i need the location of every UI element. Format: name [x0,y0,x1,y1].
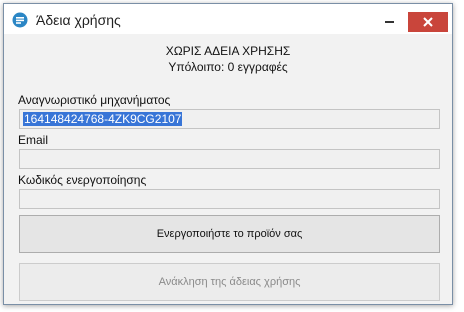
license-status: ΧΩΡΙΣ ΑΔΕΙΑ ΧΡΗΣΗΣ [165,44,291,58]
revoke-license-button[interactable]: Ανάκληση της άδειας χρήσης [19,263,440,301]
minimize-button[interactable] [376,12,402,30]
activation-code-label: Κωδικός ενεργοποίησης [18,173,147,187]
close-icon [423,17,433,27]
close-button[interactable] [408,12,448,32]
machine-id-field[interactable]: 164148424768-4ZK9CG2107 [19,109,440,129]
window-title: Άδεια χρήσης [36,12,121,28]
machine-id-value[interactable]: 164148424768-4ZK9CG2107 [23,112,183,126]
remaining-records: Υπόλοιπο: 0 εγγραφές [168,60,288,74]
dialog-content: ΧΩΡΙΣ ΑΔΕΙΑ ΧΡΗΣΗΣ Υπόλοιπο: 0 εγγραφές … [4,34,452,304]
activate-button[interactable]: Ενεργοποιήστε το προϊόν σας [19,215,440,253]
app-icon [12,12,28,28]
activation-code-field[interactable] [19,189,440,209]
email-field[interactable] [19,149,440,169]
machine-id-label: Αναγνωριστικό μηχανήματος [18,93,171,107]
email-label: Email [18,133,49,147]
title-bar[interactable]: Άδεια χρήσης [4,4,452,34]
license-dialog: Άδεια χρήσης ΧΩΡΙΣ ΑΔΕΙΑ ΧΡΗΣΗΣ Υπόλοιπο… [3,3,453,305]
